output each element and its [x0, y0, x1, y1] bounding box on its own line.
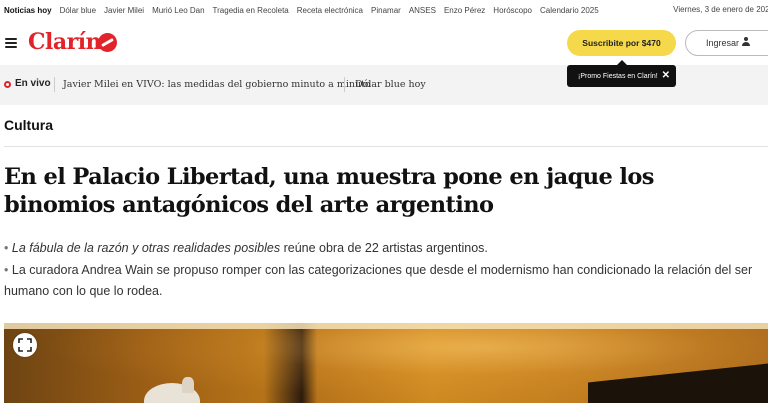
summary-item-text: reúne obra de 22 artistas argentinos. [280, 241, 488, 255]
promo-tooltip[interactable]: ¡Promo Fiestas en Clarín! ✕ [567, 60, 676, 87]
expand-image-button[interactable] [13, 333, 37, 357]
trending-link[interactable]: Horóscopo [493, 6, 532, 15]
trending-link[interactable]: ANSES [409, 6, 436, 15]
section-divider [4, 146, 768, 147]
trending-link[interactable]: Enzo Pérez [444, 6, 485, 15]
expand-icon [18, 338, 32, 352]
bullet: • [4, 262, 9, 277]
photo-sculpture-detail [182, 377, 194, 393]
trending-link[interactable]: Receta electrónica [297, 6, 363, 15]
clarin-logo-mark-icon[interactable] [98, 33, 117, 52]
trending-link[interactable]: Calendario 2025 [540, 6, 599, 15]
promo-tooltip-text: ¡Promo Fiestas en Clarín! [578, 72, 658, 80]
divider [344, 77, 345, 92]
live-dot-icon [4, 81, 11, 88]
trending-links: Noticias hoy Dólar blue Javier Milei Mur… [4, 6, 607, 15]
top-trending-bar: Noticias hoy Dólar blue Javier Milei Mur… [0, 0, 768, 20]
summary-item: • La curadora Andrea Wain se propuso rom… [4, 260, 768, 303]
subscribe-button[interactable]: Suscribite por $470 [567, 30, 676, 56]
summary-item: • La fábula de la razón y otras realidad… [4, 238, 768, 260]
hamburger-icon[interactable] [5, 38, 17, 48]
section-label[interactable]: Cultura [4, 117, 53, 133]
clarin-logo[interactable]: Clarín [28, 29, 102, 55]
trending-link[interactable]: Dólar blue [60, 6, 96, 15]
trending-link[interactable]: Javier Milei [104, 6, 144, 15]
trending-link[interactable]: Noticias hoy [4, 6, 52, 15]
live-link-milei[interactable]: Javier Milei en VIVO: las medidas del go… [63, 79, 371, 90]
user-icon [741, 37, 751, 47]
trending-link[interactable]: Tragedia en Recoleta [213, 6, 289, 15]
site-header: Clarín Suscribite por $470 Ingresar [0, 20, 768, 65]
photo-ceiling [4, 323, 768, 329]
divider [54, 77, 55, 92]
summary-item-title: La fábula de la razón y otras realidades… [11, 241, 281, 255]
bullet: • [4, 241, 9, 255]
summary-item-text: La curadora Andrea Wain se propuso rompe… [4, 262, 753, 299]
login-button[interactable]: Ingresar [685, 30, 768, 56]
article-summary: • La fábula de la razón y otras realidad… [4, 238, 768, 303]
article-photo[interactable] [4, 323, 768, 403]
trending-link[interactable]: Pinamar [371, 6, 401, 15]
close-icon[interactable]: ✕ [662, 70, 670, 81]
article-headline: En el Palacio Libertad, una muestra pone… [4, 164, 654, 218]
live-link-dolar[interactable]: Dólar blue hoy [355, 79, 426, 90]
live-label: En vivo [15, 78, 51, 89]
current-date: Viernes, 3 de enero de 2025 [673, 5, 768, 14]
trending-link[interactable]: Murió Leo Dan [152, 6, 204, 15]
